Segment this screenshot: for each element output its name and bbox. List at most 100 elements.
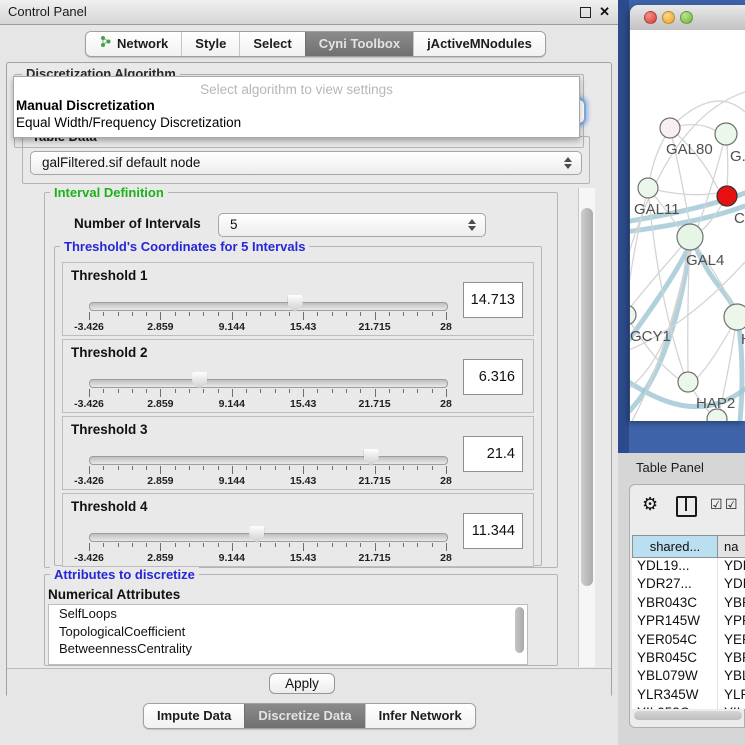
tab-jactivemnodules[interactable]: jActiveMNodules <box>413 32 545 56</box>
table-panel-card: ⚙ ☑ ☑ shared...na YDL19...YDL1YDR27...YD… <box>629 484 745 728</box>
gear-icon[interactable]: ⚙ <box>642 495 658 513</box>
tick-mark <box>332 543 333 547</box>
network-node[interactable] <box>630 305 636 325</box>
tick-mark <box>232 466 233 474</box>
tab-impute-data[interactable]: Impute Data <box>144 704 244 728</box>
network-node[interactable] <box>678 372 698 392</box>
tick-mark <box>175 312 176 316</box>
close-traffic-light-icon[interactable] <box>644 11 657 24</box>
control-panel-titlebar: Control Panel ✕ <box>0 0 618 25</box>
network-node[interactable] <box>724 304 745 330</box>
tab-label: Impute Data <box>157 704 231 728</box>
slider-track[interactable] <box>89 456 448 465</box>
algorithm-option[interactable]: Equal Width/Frequency Discretization <box>16 115 241 130</box>
threshold-value-field[interactable]: 11.344 <box>463 513 523 549</box>
slider-track[interactable] <box>89 379 448 388</box>
slider-tick-labels: -3.4262.8599.14415.4321.71528 <box>89 552 446 564</box>
tab-label: Select <box>253 32 291 56</box>
network-node[interactable] <box>677 224 703 250</box>
settings-scrollbar-thumb[interactable] <box>581 208 593 586</box>
cell-shared-name: YBR045C <box>632 650 718 668</box>
table-row[interactable]: YPR145WYPR1 <box>632 613 745 631</box>
cell-shared-name: YDR27... <box>632 576 718 594</box>
table-row[interactable]: YDL19...YDL1 <box>632 558 745 576</box>
network-node-label: GAL11 <box>634 201 680 218</box>
float-window-icon[interactable] <box>580 7 591 18</box>
tab-cyni-toolbox[interactable]: Cyni Toolbox <box>305 32 413 56</box>
split-columns-icon[interactable] <box>676 496 697 517</box>
tick-mark <box>446 312 447 320</box>
table-row[interactable]: YBR043CYBR0 <box>632 595 745 613</box>
tick-label: 15.43 <box>290 398 316 410</box>
attribute-item[interactable]: TopologicalCoefficient <box>49 623 527 641</box>
tick-mark <box>317 312 318 316</box>
network-desktop: GAL80G.CGAL11GAL4GCY1HHAP2 <box>618 0 745 453</box>
network-canvas[interactable]: GAL80G.CGAL11GAL4GCY1HHAP2 <box>630 30 745 421</box>
cell-name: YPR1 <box>718 613 745 631</box>
tick-mark <box>332 466 333 470</box>
tick-mark <box>403 543 404 547</box>
network-node[interactable] <box>717 186 737 206</box>
table-row[interactable]: YBL079WYBL0 <box>632 668 745 686</box>
tab-discretize-data[interactable]: Discretize Data <box>244 704 364 728</box>
minimize-traffic-light-icon[interactable] <box>662 11 675 24</box>
tick-mark <box>103 543 104 547</box>
column-header[interactable]: shared... <box>632 535 718 558</box>
zoom-traffic-light-icon[interactable] <box>680 11 693 24</box>
table-data-combobox[interactable]: galFiltered.sif default node <box>30 151 582 175</box>
threshold-value-field[interactable]: 21.4 <box>463 436 523 472</box>
attribute-item[interactable]: BetweennessCentrality <box>49 640 527 658</box>
tick-mark <box>103 312 104 316</box>
network-node[interactable] <box>638 178 658 198</box>
network-node[interactable] <box>660 118 680 138</box>
algorithm-option[interactable]: Manual Discretization <box>16 98 155 113</box>
checkbox-icon[interactable]: ☑ <box>710 497 723 511</box>
number-of-intervals-combobox[interactable]: 5 <box>218 213 486 237</box>
table-row[interactable]: YBR045CYBR0 <box>632 650 745 668</box>
tab-select[interactable]: Select <box>239 32 304 56</box>
tick-label: 15.43 <box>290 552 316 564</box>
tick-mark <box>346 389 347 393</box>
numerical-attributes-list[interactable]: SelfLoopsTopologicalCoefficientBetweenne… <box>48 604 528 665</box>
tick-mark <box>360 389 361 393</box>
tick-mark <box>218 312 219 316</box>
table-row[interactable]: YLR345WYLR3 <box>632 687 745 705</box>
tick-mark <box>232 312 233 320</box>
checkbox-icon[interactable]: ☑ <box>725 497 738 511</box>
tab-label: Infer Network <box>379 704 462 728</box>
tick-mark <box>432 312 433 316</box>
tab-network[interactable]: Network <box>86 32 181 56</box>
tick-mark <box>132 312 133 316</box>
threshold-value-field[interactable]: 14.713 <box>463 282 523 318</box>
close-icon[interactable]: ✕ <box>599 0 610 23</box>
slider-track[interactable] <box>89 302 448 311</box>
tick-label: 28 <box>440 398 452 410</box>
threshold-value-field[interactable]: 6.316 <box>463 359 523 395</box>
network-icon <box>99 32 112 56</box>
attribute-item[interactable]: SelfLoops <box>49 605 527 623</box>
settings-scrollbar-track[interactable] <box>578 188 595 667</box>
tick-mark <box>132 466 133 470</box>
tick-mark <box>175 543 176 547</box>
spinner-up-icon <box>468 219 476 224</box>
threshold-label: Threshold 1 <box>71 268 148 283</box>
tick-mark <box>432 466 433 470</box>
apply-button[interactable]: Apply <box>269 673 335 694</box>
cell-name: YIL0 <box>718 705 745 709</box>
tick-label: -3.426 <box>74 552 104 564</box>
tick-mark <box>389 312 390 316</box>
tab-style[interactable]: Style <box>181 32 239 56</box>
slider-track[interactable] <box>89 533 448 542</box>
tick-mark <box>303 543 304 551</box>
attributes-list-scrollbar[interactable] <box>515 607 524 653</box>
table-row[interactable]: YDR27...YDR2 <box>632 576 745 594</box>
network-node[interactable] <box>715 123 737 145</box>
column-header[interactable]: na <box>718 535 745 558</box>
slider-ticks <box>89 389 446 398</box>
tab-infer-network[interactable]: Infer Network <box>365 704 475 728</box>
tick-mark <box>260 389 261 393</box>
table-row[interactable]: YIL052CYIL0 <box>632 705 745 709</box>
table-row[interactable]: YER054CYER0 <box>632 632 745 650</box>
network-edge[interactable] <box>670 101 745 128</box>
table-horizontal-scrollbar[interactable] <box>634 711 742 720</box>
